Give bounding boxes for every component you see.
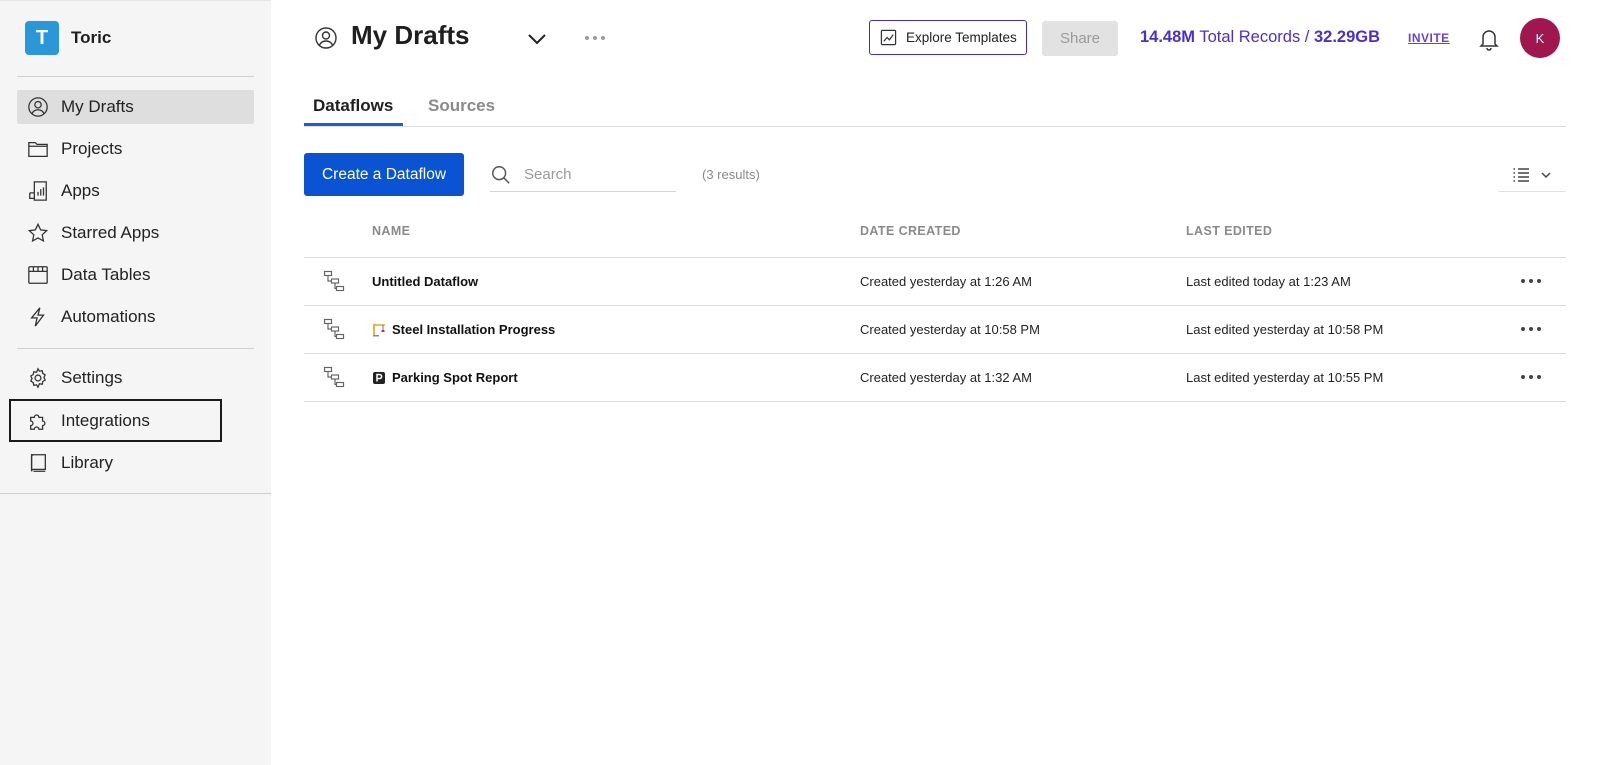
date-created: Created yesterday at 1:32 AM: [860, 370, 1032, 385]
dataflow-name-text: Steel Installation Progress: [392, 322, 556, 337]
date-created: Created yesterday at 10:58 PM: [860, 322, 1040, 337]
sidebar-item-settings[interactable]: Settings: [17, 361, 254, 395]
table-row[interactable]: Steel Installation Progress Created yest…: [304, 306, 1566, 353]
table-icon: [28, 266, 48, 284]
row-more-icon[interactable]: [1520, 372, 1542, 382]
explore-templates-label: Explore Templates: [906, 30, 1017, 45]
dataflow-icon: [323, 318, 345, 340]
search-icon: [492, 165, 510, 184]
sidebar-divider: [17, 76, 254, 77]
user-circle-icon: [28, 97, 48, 117]
sidebar-item-projects[interactable]: Projects: [17, 132, 254, 166]
sidebar-item-label: Settings: [61, 368, 123, 387]
sidebar-item-label: Starred Apps: [61, 223, 160, 242]
create-dataflow-button[interactable]: Create a Dataflow: [304, 153, 464, 196]
invite-link[interactable]: INVITE: [1408, 31, 1450, 45]
sidebar-item-integrations[interactable]: Integrations: [9, 399, 222, 442]
records-count: 14.48M: [1140, 28, 1196, 46]
sidebar-divider: [0, 493, 271, 494]
search-input[interactable]: [524, 166, 664, 183]
dataflow-icon: [323, 270, 345, 292]
storage-size: 32.29GB: [1313, 28, 1381, 46]
column-header-date-created[interactable]: DATE CREATED: [860, 224, 961, 238]
date-created: Created yesterday at 1:26 AM: [860, 274, 1032, 289]
dataflow-name[interactable]: Steel Installation Progress: [372, 322, 555, 337]
row-more-icon[interactable]: [1520, 324, 1542, 334]
construction-crane-emoji: [373, 323, 385, 336]
sidebar-item-label: Automations: [61, 307, 156, 326]
brand-logo[interactable]: T: [25, 21, 59, 55]
results-count: (3 results): [702, 167, 760, 182]
column-header-last-edited[interactable]: LAST EDITED: [1186, 224, 1272, 238]
sidebar-item-label: Integrations: [61, 410, 150, 430]
records-label: Total Records /: [1195, 28, 1314, 46]
sidebar-item-data-tables[interactable]: Data Tables: [17, 258, 254, 292]
share-button[interactable]: Share: [1042, 21, 1118, 56]
sidebar-item-label: Apps: [61, 181, 100, 200]
last-edited: Last edited yesterday at 10:55 PM: [1186, 370, 1384, 385]
bell-icon[interactable]: [1477, 26, 1501, 52]
table-row[interactable]: Parking Spot Report Created yesterday at…: [304, 354, 1566, 401]
sidebar-item-starred-apps[interactable]: Starred Apps: [17, 216, 254, 250]
dataflow-name-text: Untitled Dataflow: [372, 274, 479, 289]
brand-name[interactable]: Toric: [71, 28, 111, 48]
sidebar-item-apps[interactable]: Apps: [17, 174, 254, 208]
chevron-down-icon[interactable]: [525, 28, 549, 50]
puzzle-icon: [30, 413, 46, 430]
sidebar-divider: [17, 348, 254, 349]
dataflow-icon: [323, 366, 345, 388]
row-more-icon[interactable]: [1520, 276, 1542, 286]
list-view-icon: [1513, 167, 1529, 182]
sidebar-item-label: Data Tables: [61, 265, 151, 284]
table-divider: [304, 401, 1566, 402]
chevron-down-icon: [1541, 171, 1551, 178]
sidebar-item-label: My Drafts: [61, 97, 134, 116]
page-title: My Drafts: [351, 20, 470, 50]
last-edited: Last edited today at 1:23 AM: [1186, 274, 1351, 289]
chart-template-icon: [880, 29, 897, 46]
explore-templates-button[interactable]: Explore Templates: [869, 20, 1027, 55]
dataflow-name[interactable]: Untitled Dataflow: [372, 274, 478, 289]
search-box[interactable]: [490, 158, 676, 192]
table-row[interactable]: Untitled Dataflow Created yesterday at 1…: [304, 258, 1566, 305]
view-mode-toggle[interactable]: [1498, 158, 1566, 192]
sidebar-item-my-drafts[interactable]: My Drafts: [17, 90, 254, 124]
book-icon: [30, 454, 46, 472]
lightning-icon: [30, 307, 45, 327]
user-circle-icon: [315, 27, 337, 49]
records-summary: 14.48M Total Records / 32.29GB: [1140, 28, 1380, 47]
app-chart-icon: [29, 181, 47, 201]
tab-dataflows[interactable]: Dataflows: [313, 96, 393, 116]
gear-icon: [30, 367, 46, 389]
sidebar-item-label: Library: [61, 453, 113, 472]
avatar[interactable]: K: [1520, 18, 1560, 58]
star-icon: [27, 222, 49, 243]
folder-icon: [28, 141, 48, 157]
column-header-name[interactable]: NAME: [372, 224, 410, 238]
dataflow-name[interactable]: Parking Spot Report: [372, 370, 518, 385]
sidebar-item-label: Projects: [61, 139, 123, 158]
parking-sign-emoji: [373, 371, 385, 384]
last-edited: Last edited yesterday at 10:58 PM: [1186, 322, 1384, 337]
tabs-divider: [304, 126, 1566, 127]
sidebar: T Toric My Drafts Projects Apps Starred …: [0, 0, 271, 765]
sidebar-item-library[interactable]: Library: [17, 446, 254, 480]
tab-sources[interactable]: Sources: [428, 96, 495, 116]
sidebar-item-automations[interactable]: Automations: [17, 300, 254, 334]
brand[interactable]: T Toric: [25, 21, 111, 55]
dataflow-name-text: Parking Spot Report: [392, 370, 518, 385]
more-horizontal-icon[interactable]: [582, 30, 608, 46]
